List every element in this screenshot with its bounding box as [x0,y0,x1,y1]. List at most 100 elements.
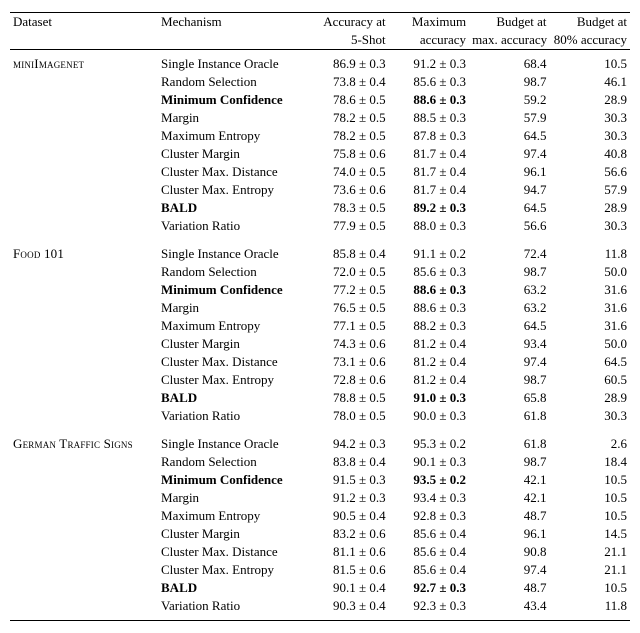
acc5-cell: 78.0 ± 0.5 [308,407,388,430]
table-row: Minimum Confidence77.2 ± 0.588.6 ± 0.363… [10,281,630,299]
mechanism-cell: Random Selection [158,453,308,471]
acc5-cell: 85.8 ± 0.4 [308,240,388,263]
bud80-cell: 60.5 [550,371,631,389]
maxacc-cell: 85.6 ± 0.4 [389,525,469,543]
acc5-cell: 94.2 ± 0.3 [308,430,388,453]
acc5-cell: 73.8 ± 0.4 [308,73,388,91]
mechanism-cell: Maximum Entropy [158,507,308,525]
mechanism-cell: Variation Ratio [158,407,308,430]
dataset-label: miniImagenet [13,56,84,71]
budmax-cell: 42.1 [469,489,549,507]
mechanism-cell: Random Selection [158,73,308,91]
col-mechanism-header: Mechanism [158,13,308,32]
mechanism-cell: Minimum Confidence [158,471,308,489]
mechanism-cell: Cluster Margin [158,525,308,543]
bud80-cell: 28.9 [550,389,631,407]
maxacc-cell: 88.2 ± 0.3 [389,317,469,335]
budmax-cell: 97.4 [469,561,549,579]
bud80-cell: 64.5 [550,353,631,371]
mechanism-cell: Cluster Margin [158,335,308,353]
acc5-cell: 91.2 ± 0.3 [308,489,388,507]
bud80-cell: 28.9 [550,91,631,109]
table-header-row: Dataset Mechanism Accuracy at Maximum Bu… [10,13,630,32]
acc5-cell: 78.6 ± 0.5 [308,91,388,109]
mechanism-cell: Variation Ratio [158,597,308,621]
table-header-row-2: 5-Shot accuracy max. accuracy 80% accura… [10,31,630,50]
maxacc-cell: 92.8 ± 0.3 [389,507,469,525]
table-row: Cluster Max. Entropy73.6 ± 0.681.7 ± 0.4… [10,181,630,199]
acc5-cell: 77.1 ± 0.5 [308,317,388,335]
acc5-cell: 77.2 ± 0.5 [308,281,388,299]
acc5-cell: 72.8 ± 0.6 [308,371,388,389]
mechanism-cell: Cluster Max. Entropy [158,371,308,389]
mechanism-cell: Cluster Max. Entropy [158,181,308,199]
budmax-cell: 97.4 [469,353,549,371]
table-row: miniImagenetSingle Instance Oracle86.9 ±… [10,50,630,74]
mechanism-cell: Minimum Confidence [158,91,308,109]
bud80-cell: 21.1 [550,543,631,561]
table-row: Food 101 Single Instance Oracle85.8 ± 0.4… [10,240,630,263]
mechanism-cell: Cluster Margin [158,145,308,163]
bud80-cell: 31.6 [550,317,631,335]
acc5-cell: 74.0 ± 0.5 [308,163,388,181]
mechanism-cell: Variation Ratio [158,217,308,240]
mechanism-cell: Cluster Max. Distance [158,543,308,561]
table-row: Cluster Margin83.2 ± 0.685.6 ± 0.496.114… [10,525,630,543]
bud80-cell: 11.8 [550,240,631,263]
budmax-cell: 98.7 [469,371,549,389]
acc5-cell: 75.8 ± 0.6 [308,145,388,163]
acc5-cell: 81.5 ± 0.6 [308,561,388,579]
table-row: BALD78.3 ± 0.589.2 ± 0.364.528.9 [10,199,630,217]
maxacc-cell: 88.6 ± 0.3 [389,91,469,109]
mechanism-cell: Single Instance Oracle [158,50,308,74]
budmax-cell: 48.7 [469,579,549,597]
maxacc-cell: 92.3 ± 0.3 [389,597,469,621]
acc5-cell: 77.9 ± 0.5 [308,217,388,240]
table-row: Cluster Max. Entropy72.8 ± 0.681.2 ± 0.4… [10,371,630,389]
results-table: Dataset Mechanism Accuracy at Maximum Bu… [10,12,630,621]
dataset-label: German Traffic Signs [13,436,133,451]
bud80-cell: 30.3 [550,217,631,240]
mechanism-cell: Margin [158,489,308,507]
maxacc-cell: 91.2 ± 0.3 [389,50,469,74]
maxacc-cell: 93.4 ± 0.3 [389,489,469,507]
budmax-cell: 72.4 [469,240,549,263]
bud80-cell: 57.9 [550,181,631,199]
table-row: Margin78.2 ± 0.588.5 ± 0.357.930.3 [10,109,630,127]
acc5-cell: 90.1 ± 0.4 [308,579,388,597]
bud80-cell: 21.1 [550,561,631,579]
maxacc-cell: 81.2 ± 0.4 [389,353,469,371]
table-row: Random Selection73.8 ± 0.485.6 ± 0.398.7… [10,73,630,91]
table-row: Margin91.2 ± 0.393.4 ± 0.342.110.5 [10,489,630,507]
maxacc-cell: 91.0 ± 0.3 [389,389,469,407]
budmax-cell: 43.4 [469,597,549,621]
maxacc-cell: 90.0 ± 0.3 [389,407,469,430]
maxacc-cell: 88.6 ± 0.3 [389,299,469,317]
bud80-cell: 30.3 [550,407,631,430]
acc5-cell: 90.3 ± 0.4 [308,597,388,621]
bud80-cell: 56.6 [550,163,631,181]
maxacc-cell: 81.2 ± 0.4 [389,335,469,353]
budmax-cell: 63.2 [469,281,549,299]
mechanism-cell: Random Selection [158,263,308,281]
maxacc-cell: 85.6 ± 0.4 [389,561,469,579]
mechanism-cell: Single Instance Oracle [158,430,308,453]
mechanism-cell: Margin [158,299,308,317]
maxacc-cell: 88.6 ± 0.3 [389,281,469,299]
budmax-cell: 64.5 [469,127,549,145]
bud80-cell: 28.9 [550,199,631,217]
table-row: Cluster Max. Distance73.1 ± 0.681.2 ± 0.… [10,353,630,371]
table-row: BALD78.8 ± 0.591.0 ± 0.365.828.9 [10,389,630,407]
dataset-label: Food 101 [13,246,64,261]
maxacc-cell: 81.2 ± 0.4 [389,371,469,389]
maxacc-cell: 81.7 ± 0.4 [389,163,469,181]
mechanism-cell: Cluster Max. Distance [158,163,308,181]
bud80-cell: 46.1 [550,73,631,91]
bud80-cell: 30.3 [550,109,631,127]
col-dataset-header: Dataset [10,13,158,32]
budmax-cell: 90.8 [469,543,549,561]
bud80-cell: 10.5 [550,489,631,507]
budmax-cell: 42.1 [469,471,549,489]
mechanism-cell: Single Instance Oracle [158,240,308,263]
table-row: Random Selection83.8 ± 0.490.1 ± 0.398.7… [10,453,630,471]
